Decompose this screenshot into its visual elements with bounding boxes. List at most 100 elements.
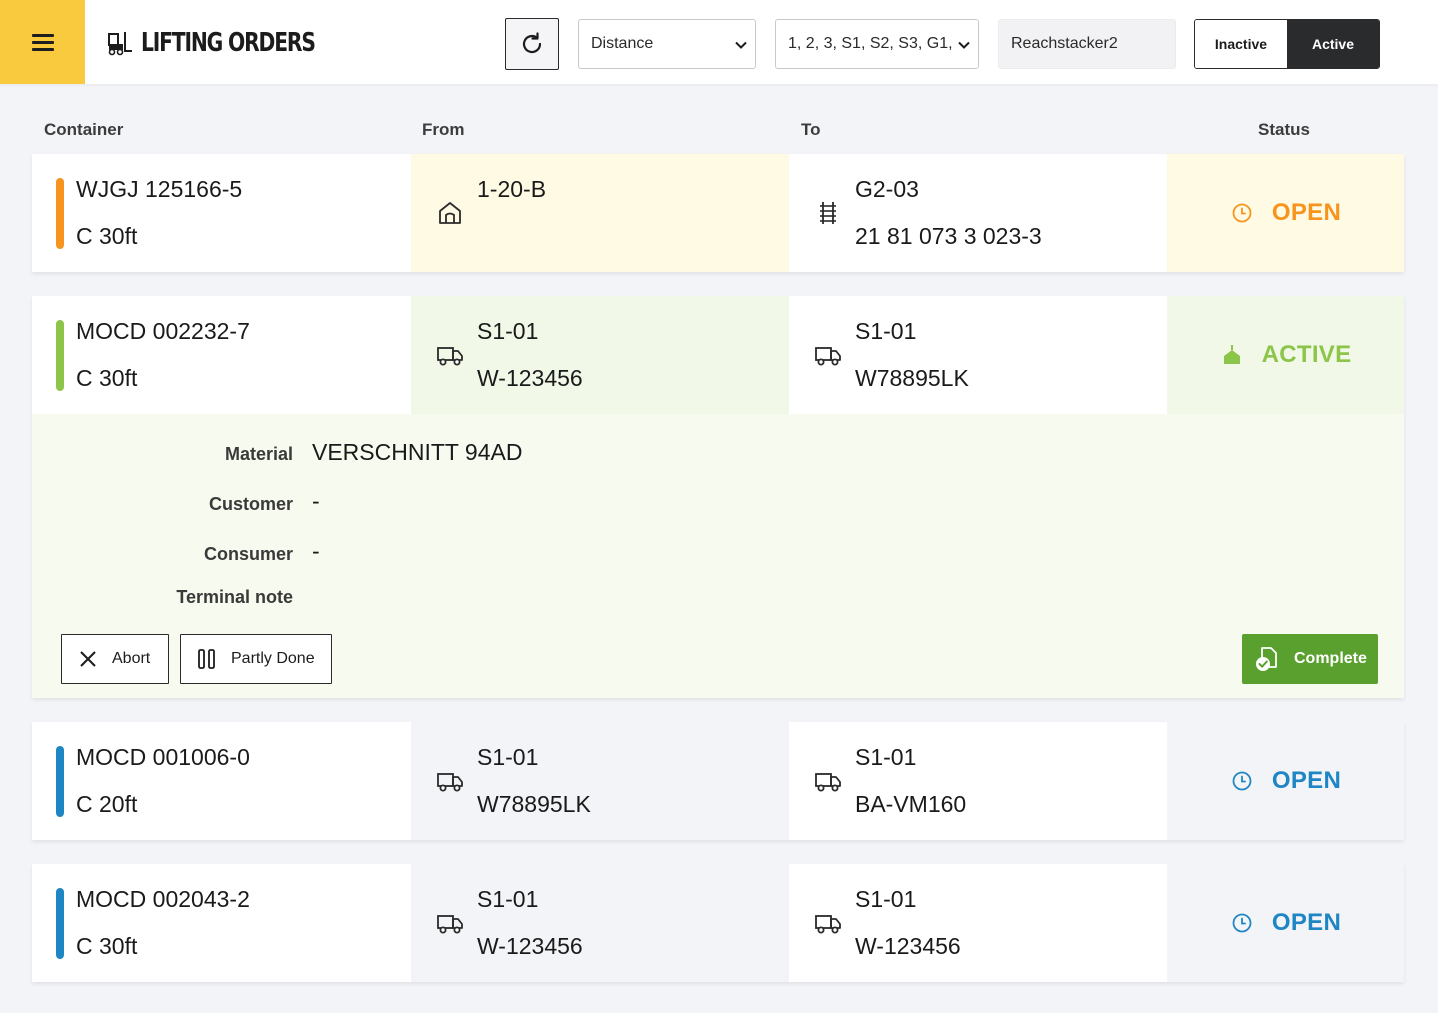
- partly-done-label: Partly Done: [231, 650, 315, 667]
- abort-button[interactable]: Abort: [61, 634, 169, 684]
- from-cell: S1-01 W-123456: [411, 296, 789, 414]
- status-strip: [56, 178, 64, 249]
- status-badge: ACTIVE: [1261, 341, 1352, 368]
- document-check-icon: [1256, 647, 1277, 671]
- to-detail: 21 81 073 3 023-3: [855, 223, 1042, 249]
- to-detail: W-123456: [855, 933, 961, 959]
- active-toggle: Inactive Active: [1194, 19, 1380, 69]
- status-badge: OPEN: [1271, 767, 1342, 794]
- menu-button[interactable]: [0, 0, 85, 84]
- container-id: MOCD 001006-0: [76, 744, 250, 770]
- to-location: S1-01: [855, 886, 917, 912]
- clock-icon: [1232, 771, 1252, 791]
- order-row[interactable]: MOCD 001006-0 C 20ft S1-01 W78895LK S1-0…: [32, 722, 1404, 840]
- container-type: C 30ft: [76, 365, 138, 391]
- from-location: S1-01: [477, 744, 539, 770]
- to-cell: S1-01 BA-VM160: [789, 722, 1167, 840]
- order-row[interactable]: WJGJ 125166-5 C 30ft 1-20-B G2-03 21 81 …: [32, 154, 1404, 272]
- crane-lift-icon: [1223, 345, 1240, 364]
- app-brand: LIFTING ORDERS: [107, 26, 364, 60]
- close-icon: [80, 651, 96, 667]
- truck-icon: [815, 347, 841, 366]
- status-badge: OPEN: [1271, 909, 1342, 936]
- status-badge: OPEN: [1271, 199, 1342, 226]
- from-cell: S1-01 W-123456: [411, 864, 789, 982]
- column-header-status: Status: [1258, 120, 1310, 139]
- consumer-label: Consumer: [203, 544, 293, 564]
- truck-icon: [815, 915, 841, 934]
- consumer-value: -: [312, 538, 320, 564]
- forklift-icon: [108, 32, 132, 56]
- from-location: S1-01: [477, 886, 539, 912]
- hamburger-icon: [31, 33, 54, 51]
- refresh-icon: [522, 32, 542, 54]
- container-id: MOCD 002232-7: [76, 318, 250, 344]
- from-detail: W-123456: [477, 365, 583, 391]
- to-location: S1-01: [855, 318, 917, 344]
- order-details-panel: Material VERSCHNITT 94AD Customer - Cons…: [32, 414, 1404, 698]
- truck-icon: [437, 347, 463, 366]
- column-header-container: Container: [44, 120, 124, 139]
- truck-icon: [815, 773, 841, 792]
- container-cell: WJGJ 125166-5 C 30ft: [32, 154, 411, 272]
- status-cell: OPEN: [1167, 722, 1404, 840]
- terminal-note-label: Terminal note: [176, 587, 293, 607]
- status-strip: [56, 320, 64, 391]
- to-detail: W78895LK: [855, 365, 969, 391]
- status-strip: [56, 888, 64, 959]
- truck-icon: [437, 773, 463, 792]
- container-cell: MOCD 001006-0 C 20ft: [32, 722, 411, 840]
- to-location: S1-01: [855, 744, 917, 770]
- sort-select-value: Distance: [591, 35, 654, 52]
- machine-field[interactable]: Reachstacker2: [998, 19, 1176, 69]
- container-id: MOCD 002043-2: [76, 886, 250, 912]
- status-cell: OPEN: [1167, 154, 1404, 272]
- rail-track-icon: [820, 202, 836, 224]
- clock-icon: [1232, 913, 1252, 933]
- order-row-expanded[interactable]: MOCD 002232-7 C 30ft S1-01 W-123456 S1-0…: [32, 296, 1404, 698]
- toggle-active[interactable]: Active: [1287, 20, 1379, 68]
- container-cell: MOCD 002043-2 C 30ft: [32, 864, 411, 982]
- partly-done-button[interactable]: Partly Done: [180, 634, 332, 684]
- from-detail: W-123456: [477, 933, 583, 959]
- zone-select-value: 1, 2, 3, S1, S2, S3, G1, …: [788, 35, 956, 52]
- clock-icon: [1232, 203, 1252, 223]
- abort-label: Abort: [112, 650, 151, 667]
- complete-label: Complete: [1294, 650, 1367, 667]
- refresh-button[interactable]: [505, 18, 559, 70]
- zone-filter-select[interactable]: 1, 2, 3, S1, S2, S3, G1, …: [775, 19, 979, 69]
- container-cell: MOCD 002232-7 C 30ft: [32, 296, 411, 414]
- to-cell: S1-01 W78895LK: [789, 296, 1167, 414]
- material-value: VERSCHNITT 94AD: [312, 439, 523, 465]
- sort-select[interactable]: Distance: [578, 19, 756, 69]
- container-type: C 20ft: [76, 791, 138, 817]
- from-location: 1-20-B: [477, 176, 547, 202]
- pause-icon: [198, 649, 215, 669]
- complete-button[interactable]: Complete: [1242, 634, 1378, 684]
- column-header-from: From: [422, 120, 465, 139]
- customer-value: -: [312, 488, 320, 514]
- truck-icon: [437, 915, 463, 934]
- warehouse-icon: [439, 202, 461, 224]
- status-cell: OPEN: [1167, 864, 1404, 982]
- to-location: G2-03: [855, 176, 919, 202]
- from-detail: W78895LK: [477, 791, 591, 817]
- to-detail: BA-VM160: [855, 791, 967, 817]
- to-cell: S1-01 W-123456: [789, 864, 1167, 982]
- container-type: C 30ft: [76, 933, 138, 959]
- order-row[interactable]: MOCD 002043-2 C 30ft S1-01 W-123456 S1-0…: [32, 864, 1404, 982]
- from-location: S1-01: [477, 318, 539, 344]
- customer-label: Customer: [208, 494, 293, 514]
- container-type: C 30ft: [76, 223, 138, 249]
- from-cell: S1-01 W78895LK: [411, 722, 789, 840]
- column-header-to: To: [801, 120, 821, 139]
- top-bar: LIFTING ORDERS Distance 1, 2, 3, S1, S2,…: [0, 0, 1438, 84]
- chevron-down-icon: [958, 41, 970, 49]
- container-id: WJGJ 125166-5: [76, 176, 243, 202]
- page-title: LIFTING ORDERS: [141, 28, 316, 58]
- status-cell: ACTIVE: [1167, 296, 1404, 414]
- status-strip: [56, 746, 64, 817]
- toggle-inactive[interactable]: Inactive: [1195, 20, 1287, 68]
- material-label: Material: [224, 444, 293, 464]
- chevron-down-icon: [735, 41, 747, 49]
